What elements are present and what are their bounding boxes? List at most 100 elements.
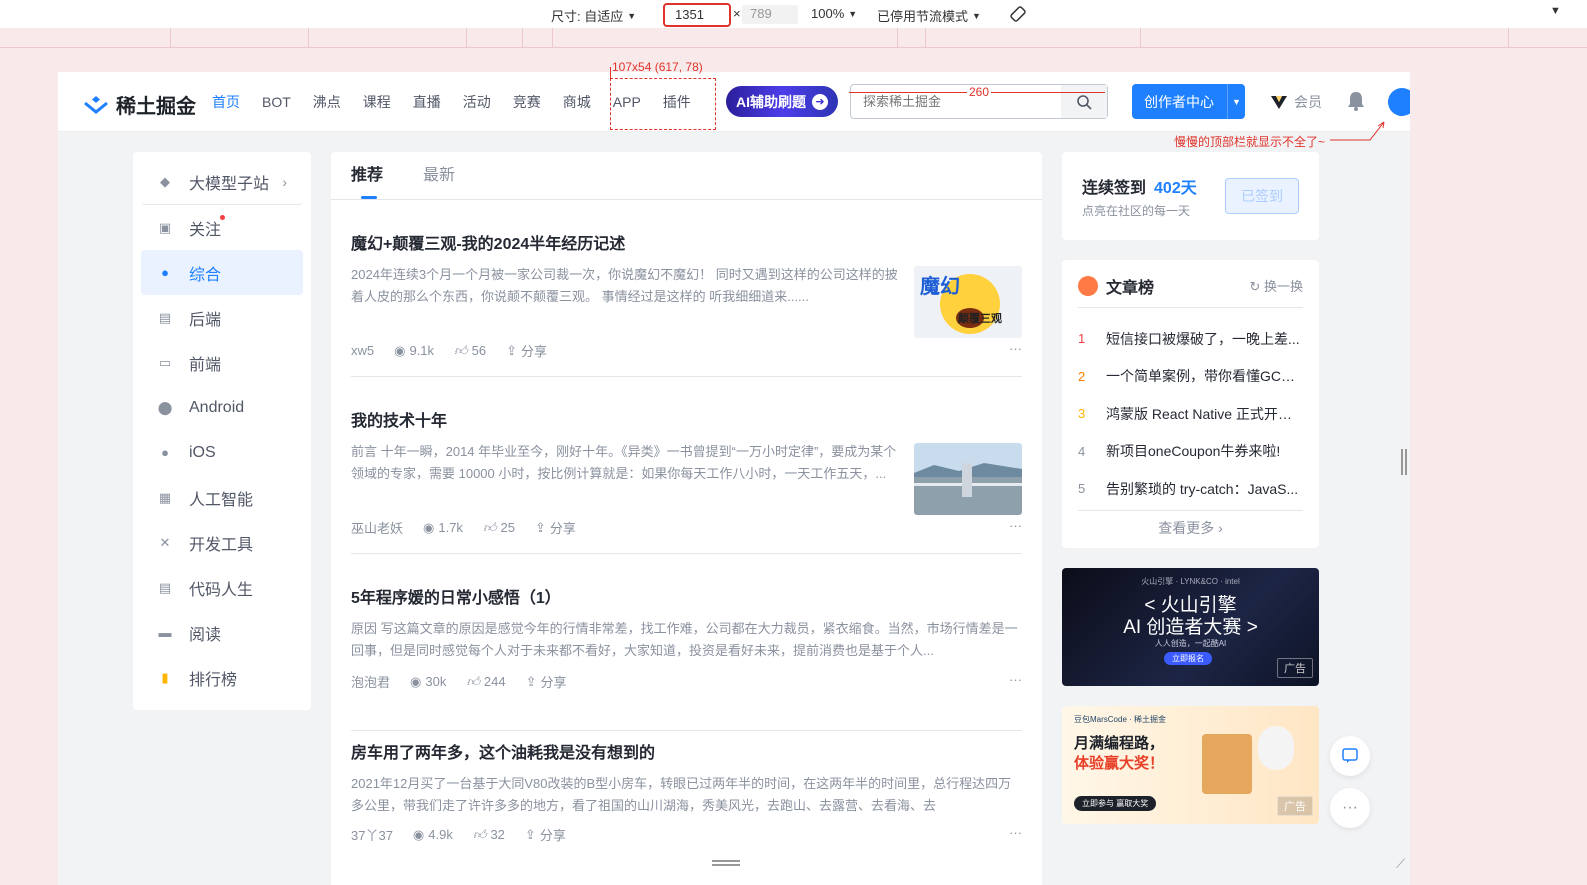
thumb-up-icon: 👍︎ — [454, 342, 468, 358]
ranking-item[interactable]: 1 短信接口被爆破了，一晚上差... — [1078, 320, 1303, 358]
share-button[interactable]: ⇪ 分享 — [525, 825, 566, 844]
sidebar-item-reading[interactable]: ▬ 阅读 — [141, 610, 303, 655]
ranking-item[interactable]: 3 鸿蒙版 React Native 正式开源... — [1078, 395, 1303, 433]
more-actions-button[interactable]: ··· — [1330, 788, 1370, 828]
sidebar-item-ai[interactable]: ▦ 人工智能 — [141, 475, 303, 520]
size-dropdown[interactable]: 尺寸: 自适应 ▼ — [551, 6, 636, 25]
bell-icon[interactable] — [1346, 90, 1366, 117]
vip-link[interactable]: 会员 — [1269, 92, 1322, 112]
zoom-dropdown[interactable]: 100% ▼ — [811, 6, 857, 21]
height-input[interactable]: 789 — [742, 5, 798, 24]
article-item[interactable]: 房车用了两年多，这个油耗我是没有想到的 2021年12月买了一台基于大同V80改… — [351, 731, 1022, 885]
sidebar-item-label: 关注 — [189, 221, 222, 239]
ad-cta-button[interactable]: 立即参与 赢取大奖 — [1074, 796, 1157, 811]
more-options-icon[interactable]: ··· — [1009, 518, 1022, 533]
more-options-icon[interactable]: ··· — [1009, 825, 1022, 840]
article-item[interactable]: 5年程序媛的日常小感悟（1） 原因 写这篇文章的原因是感觉今年的行情非常差，找工… — [351, 554, 1022, 731]
sidebar-item-general[interactable]: ● 综合 — [141, 250, 303, 295]
ad-cta-button[interactable]: 立即报名 — [1164, 652, 1212, 665]
article-summary: 2024年连续3个月一个月被一家公司裁一次，你说魔幻不魔幻！ 同时又遇到这样的公… — [351, 267, 898, 304]
ad-tag: 广告 — [1277, 796, 1313, 816]
article-title[interactable]: 我的技术十年 — [351, 407, 447, 431]
logo[interactable]: 稀土掘金 — [82, 90, 196, 119]
sidebar-item-llm[interactable]: ◆ 大模型子站 › — [141, 160, 303, 205]
nav-item-courses[interactable]: 课程 — [363, 92, 391, 112]
view-more-link[interactable]: 查看更多 › — [1062, 518, 1319, 538]
nav-item-home[interactable]: 首页 — [212, 92, 240, 112]
rank-number: 1 — [1078, 331, 1086, 347]
article-author[interactable]: 泡泡君 — [351, 672, 390, 691]
article-title[interactable]: 魔幻+颠覆三观-我的2024半年经历记述 — [351, 230, 625, 254]
more-options-icon[interactable]: ··· — [1009, 341, 1022, 356]
views-count: 4.9k — [428, 827, 453, 842]
signed-in-button[interactable]: 已签到 — [1225, 178, 1299, 214]
chevron-down-icon[interactable]: ▼ — [1550, 5, 1561, 17]
ranking-item[interactable]: 5 告别繁琐的 try-catch：JavaS... — [1078, 470, 1303, 508]
resize-handle-bottom[interactable] — [712, 860, 740, 866]
caret-down-icon[interactable]: ▼ — [1227, 84, 1245, 119]
article-author[interactable]: 巫山老妖 — [351, 518, 403, 537]
sidebar-item-follow[interactable]: ▣ 关注 — [141, 205, 303, 250]
share-button[interactable]: ⇪ 分享 — [526, 672, 567, 691]
ranking-item[interactable]: 2 一个简单案例，带你看懂GC日... — [1078, 358, 1303, 396]
article-author[interactable]: 37丫37 — [351, 825, 393, 844]
ad-banner-marscode[interactable]: 豆包MarsCode · 稀土掘金 月满编程路， 体验赢大奖！ 立即参与 赢取大… — [1062, 706, 1319, 824]
search-input[interactable] — [851, 94, 1061, 109]
sidebar-item-code-life[interactable]: ▤ 代码人生 — [141, 565, 303, 610]
more-options-icon[interactable]: ··· — [1009, 672, 1022, 687]
sidebar-item-frontend[interactable]: ▭ 前端 — [141, 340, 303, 385]
nav-item-live[interactable]: 直播 — [413, 92, 441, 112]
ranking-item[interactable]: 4 新项目oneCoupon牛券来啦! — [1078, 433, 1303, 471]
signin-days: 402天 — [1154, 180, 1197, 197]
measure-tick — [610, 67, 611, 81]
devtools-toolbar: 尺寸: 自适应 ▼ 1351 × 789 100% ▼ 已停用节流模式 ▼ ▼ — [0, 0, 1587, 28]
search-button[interactable] — [1061, 85, 1107, 118]
robot-icon: ▦ — [158, 489, 172, 505]
nav-item-bot[interactable]: BOT — [262, 94, 291, 110]
like-button[interactable]: 👍︎ 56 — [454, 343, 486, 359]
article-title[interactable]: 5年程序媛的日常小感悟（1） — [351, 584, 561, 608]
nav-item-pins[interactable]: 沸点 — [313, 92, 341, 112]
tools-icon: ✕ — [159, 534, 171, 550]
vip-icon — [1271, 96, 1287, 109]
nav-item-contest[interactable]: 竞赛 — [513, 92, 541, 112]
nav-item-store[interactable]: 商城 — [563, 92, 591, 112]
like-button[interactable]: 👍︎ 244 — [466, 674, 505, 690]
throttle-dropdown[interactable]: 已停用节流模式 ▼ — [877, 6, 981, 25]
divider — [1078, 510, 1303, 511]
share-button[interactable]: ⇪ 分享 — [506, 341, 547, 360]
sidebar-item-android[interactable]: ⬤ Android — [141, 385, 303, 430]
share-button[interactable]: ⇪ 分享 — [535, 518, 576, 537]
rotate-icon[interactable] — [1008, 4, 1028, 24]
signin-heading: 连续签到 402天 — [1082, 174, 1197, 198]
like-button[interactable]: 👍︎ 32 — [473, 827, 505, 843]
logo-text: 稀土掘金 — [116, 96, 196, 118]
feedback-button[interactable] — [1330, 736, 1370, 776]
share-label: 分享 — [539, 828, 566, 843]
tab-latest[interactable]: 最新 — [423, 161, 455, 199]
juejin-logo-icon — [84, 95, 108, 114]
article-author[interactable]: xw5 — [351, 343, 374, 358]
ai-practice-button[interactable]: AI辅助刷题 ➜ — [726, 86, 838, 117]
nav-item-events[interactable]: 活动 — [463, 92, 491, 112]
creator-center-button[interactable]: 创作者中心 ▼ — [1132, 84, 1245, 119]
apple-icon: ● — [161, 445, 169, 460]
article-item[interactable]: 魔幻+颠覆三观-我的2024半年经历记述 2024年连续3个月一个月被一家公司裁… — [351, 200, 1022, 377]
article-views: ◉ 1.7k — [423, 520, 463, 536]
avatar[interactable] — [1388, 88, 1410, 116]
article-title[interactable]: 房车用了两年多，这个油耗我是没有想到的 — [351, 739, 655, 763]
tab-recommended[interactable]: 推荐 — [351, 161, 383, 199]
signin-title: 连续签到 — [1082, 180, 1147, 197]
like-button[interactable]: 👍︎ 25 — [483, 520, 515, 536]
sidebar-item-ranking[interactable]: ▮ 排行榜 — [141, 655, 303, 700]
article-item[interactable]: 我的技术十年 前言 十年一瞬，2014 年毕业至今，刚好十年。《异类》一书曾提到… — [351, 377, 1022, 554]
ranking-title: 文章榜 — [1106, 280, 1155, 297]
sidebar-item-devtools[interactable]: ✕ 开发工具 — [141, 520, 303, 565]
sidebar-item-backend[interactable]: ▤ 后端 — [141, 295, 303, 340]
resize-corner-icon[interactable]: ⟋ — [1396, 856, 1405, 872]
refresh-button[interactable]: ↻ 换一换 — [1249, 276, 1303, 295]
ad-banner-volcano[interactable]: 火山引擎 · LYNK&CO · intel < 火山引擎 AI 创造者大赛 >… — [1062, 568, 1319, 686]
width-input[interactable]: 1351 — [663, 3, 731, 27]
sidebar-item-ios[interactable]: ● iOS — [141, 430, 303, 475]
resize-handle-right[interactable] — [1401, 449, 1407, 475]
